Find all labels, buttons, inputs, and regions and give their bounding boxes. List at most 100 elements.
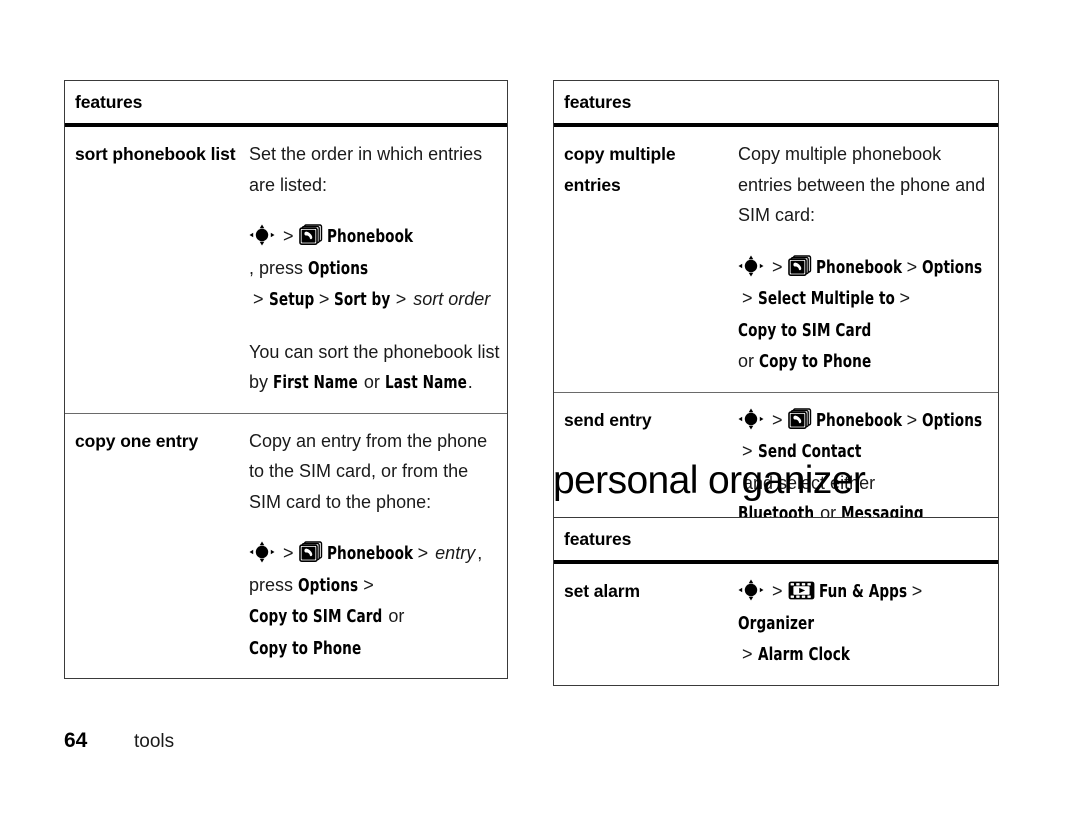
path-separator: >: [253, 289, 264, 309]
feature-row: sort phonebook list Set the order in whic…: [65, 127, 507, 414]
path-separator: >: [742, 288, 753, 308]
feature-row: set alarm > Fun & Apps >Organizer > Alarm Clo…: [554, 564, 998, 685]
menu-path-line: press Options > Copy to SIM Card or: [249, 570, 499, 633]
phonebook-icon: [298, 541, 323, 563]
feature-row: copy one entry Copy an entry from the pho…: [65, 414, 507, 679]
phonebook-icon: [298, 224, 323, 246]
path-separator: >: [318, 289, 330, 309]
body-text: .: [467, 372, 473, 392]
path-separator: >: [283, 543, 294, 563]
body-text: Set the order in which entries: [249, 144, 483, 164]
path-separator: >: [417, 543, 429, 563]
description-line: to the SIM card, or from the: [249, 456, 499, 487]
menu-path-line: > Fun & Apps >Organizer: [738, 576, 990, 639]
ui-path-term-wrap: Select Multiple to: [758, 283, 895, 315]
ui-path-term-wrap: Options: [308, 253, 368, 285]
menu-path-line: or Copy to Phone: [738, 346, 990, 378]
path-separator: >: [772, 409, 783, 430]
body-text: or: [738, 351, 760, 371]
nav-key-icon: [738, 255, 764, 277]
ui-path-term-wrap: First Name: [273, 367, 358, 399]
feature-description: Set the order in which entries are listed…: [249, 127, 508, 413]
ui-path-term: Options: [298, 574, 359, 596]
feature-term: copy one entry: [75, 430, 199, 451]
body-text: or: [358, 372, 385, 392]
ui-path-term: Sort by: [334, 289, 391, 310]
body-text: Copy multiple phonebook: [738, 144, 942, 164]
ui-path-term-wrap: Setup: [269, 284, 314, 316]
ui-path-term: Copy to SIM Card: [738, 319, 872, 341]
ui-path-term: First Name: [273, 372, 358, 393]
table-body: sort phonebook list Set the order in whic…: [65, 127, 507, 678]
feature-term: sort phonebook list: [75, 144, 236, 164]
body-text: SIM card:: [738, 205, 816, 225]
nav-key-icon: [249, 224, 275, 246]
body-text: by: [249, 372, 274, 392]
ui-path-term-wrap: Copy to SIM Card: [249, 601, 382, 633]
menu-path-line: > Alarm Clock: [738, 639, 990, 671]
description-line: Copy an entry from the phone: [249, 426, 499, 457]
path-separator: >: [911, 581, 923, 601]
ui-path-term: Phonebook: [326, 226, 413, 247]
menu-path-line: > Setup > Sort by > sort order: [249, 284, 500, 316]
ui-path-term-wrap: Options: [298, 570, 358, 602]
phonebook-icon: [787, 407, 812, 430]
path-separator: >: [283, 226, 294, 246]
path-separator: >: [742, 644, 753, 664]
body-text: , press: [249, 257, 309, 278]
ui-path-term: Setup: [268, 289, 314, 310]
path-separator: >: [772, 581, 783, 601]
ui-path-term: Alarm Clock: [757, 644, 850, 665]
ui-path-term: Copy to Phone: [759, 351, 872, 372]
menu-path-line: > Select Multiple to > Copy to SIM Card: [738, 283, 990, 346]
table-header-features: features: [554, 518, 998, 564]
description-line: entries between the phone and: [738, 170, 990, 201]
page-footer: 64 tools: [64, 729, 174, 753]
path-separator: >: [363, 574, 374, 595]
path-separator: >: [906, 256, 918, 277]
ui-path-term-wrap: Alarm Clock: [758, 639, 850, 671]
feature-description: Copy multiple phonebook entries between t…: [738, 127, 998, 392]
nav-key-icon: [249, 541, 275, 563]
body-text: entries between the phone and: [738, 174, 986, 195]
ui-path-term-wrap: Sort by: [334, 284, 390, 316]
ui-path-term-wrap: Phonebook: [327, 221, 413, 253]
feature-description: Copy an entry from the phone to the SIM c…: [249, 414, 507, 679]
ui-path-term-wrap: Copy to Phone: [759, 346, 871, 378]
ui-path-term: Organizer: [738, 612, 815, 634]
table-header-features: features: [554, 81, 998, 127]
ui-path-term: Last Name: [384, 372, 467, 393]
body-text: SIM card to the phone:: [249, 491, 432, 512]
ui-path-term: Phonebook: [815, 256, 902, 278]
ui-path-term-wrap: Organizer: [738, 608, 814, 640]
menu-path-line: by First Name or Last Name.: [249, 367, 500, 399]
feature-term: copy multiple entries: [564, 144, 676, 195]
feature-term: send entry: [564, 409, 652, 430]
page-section-label: tools: [134, 731, 175, 752]
feature-description: > Fun & Apps >Organizer > Alarm Clock: [738, 564, 998, 685]
body-text: to the SIM card, or from the: [249, 461, 469, 481]
features-table-left: features sort phonebook list Set the orde…: [64, 80, 508, 679]
placeholder-term: entry: [435, 543, 476, 563]
ui-path-term-wrap: Phonebook: [816, 405, 902, 437]
ui-path-term: Fun & Apps: [818, 581, 907, 602]
body-text: or: [383, 606, 405, 626]
phonebook-icon: [787, 254, 812, 277]
table-header-features: features: [65, 81, 507, 127]
body-text: press: [249, 574, 299, 595]
ui-path-term-wrap: Copy to SIM Card: [738, 315, 871, 347]
body-text: Copy an entry from the phone: [249, 430, 488, 451]
body-text: ,: [477, 543, 483, 563]
ui-path-term: Phonebook: [815, 409, 902, 431]
menu-path-line: > Phonebook > entry,: [249, 538, 499, 570]
ui-path-term-wrap: Last Name: [385, 367, 467, 399]
fun-and-apps-icon: [788, 580, 815, 601]
ui-path-term: Options: [308, 257, 369, 279]
left-column: features sort phonebook list Set the orde…: [64, 80, 508, 679]
ui-path-term-wrap: Options: [922, 252, 982, 284]
page-number: 64: [64, 729, 88, 752]
ui-path-term: Options: [922, 409, 983, 431]
table-body: set alarm > Fun & Apps >Organizer > Alarm Clo…: [554, 564, 998, 685]
menu-path-line: > Phonebook > Options: [738, 405, 990, 437]
ui-path-term-wrap: Copy to Phone: [249, 633, 361, 665]
